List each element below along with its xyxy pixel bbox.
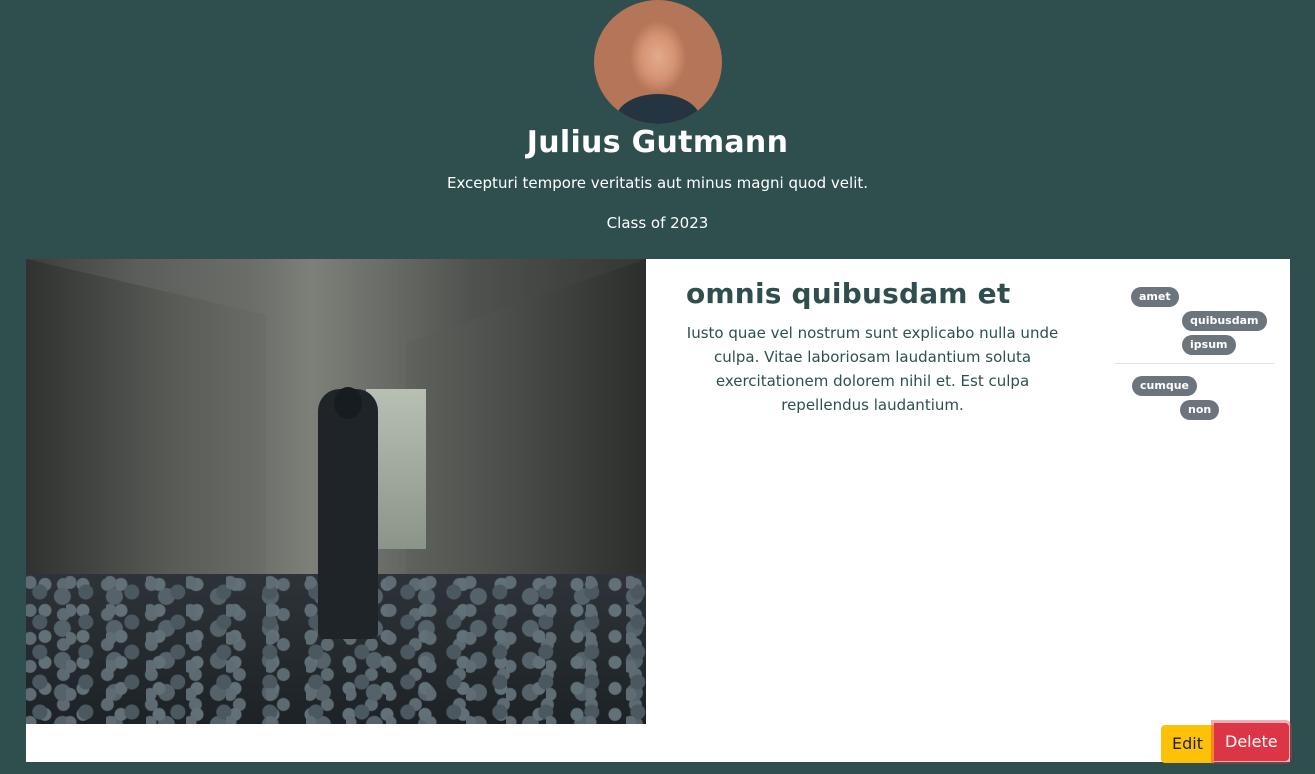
post-body: Iusto quae vel nostrum sunt explicabo nu… [686, 324, 1059, 414]
post-title: omnis quibusdam et [686, 277, 1011, 310]
avatar [594, 0, 722, 124]
tag-list: amet quibusdam ipsum cumque non [1114, 259, 1274, 429]
delete-button[interactable]: Delete [1214, 723, 1289, 761]
tag-badge[interactable]: ipsum [1182, 335, 1236, 355]
tags-divider [1114, 363, 1274, 364]
image-person-head [334, 387, 362, 419]
tag-badge[interactable]: non [1180, 400, 1220, 420]
tag-badge[interactable]: quibusdam [1182, 311, 1267, 331]
tag-badge[interactable]: cumque [1132, 376, 1197, 396]
post-card: omnis quibusdam et Iusto quae vel nostru… [26, 259, 1290, 763]
post-image [26, 259, 646, 724]
profile-bio: Excepturi tempore veritatis aut minus ma… [446, 174, 869, 192]
profile-name: Julius Gutmann [526, 125, 789, 160]
edit-button[interactable]: Edit [1161, 725, 1214, 763]
class-year: Class of 2023 [606, 214, 709, 232]
tag-badge[interactable]: amet [1131, 287, 1179, 307]
image-person [318, 389, 378, 639]
